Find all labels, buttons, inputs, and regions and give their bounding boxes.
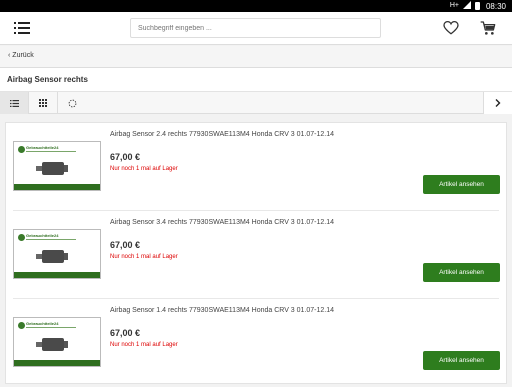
product-image[interactable]: Gebrauchtteile24 [13,141,101,191]
product-name[interactable]: Airbag Sensor 1.4 rechts 77930SWAE113M4 … [110,307,334,314]
brand-strip [14,184,100,190]
view-toolbar [0,92,512,114]
stock-status: Nur noch 1 mal auf Lager [110,342,178,348]
title-bar: Airbag Sensor rechts [0,68,512,92]
cart-icon[interactable] [480,20,496,36]
view-article-button[interactable]: Artikel ansehen [423,263,500,282]
next-button[interactable] [483,92,512,114]
list-item: Gebrauchtteile24 Airbag Sensor 3.4 recht… [6,211,506,299]
grid-view-button[interactable] [29,92,58,114]
product-image[interactable]: Gebrauchtteile24 [13,317,101,367]
chevron-left-icon: ‹ [8,52,11,59]
stock-status: Nur noch 1 mal auf Lager [110,254,178,260]
refresh-button[interactable] [58,92,87,114]
product-price: 67,00 € [110,240,141,250]
breadcrumb-bar: ‹ Zurück [0,46,512,68]
list-item: Gebrauchtteile24 Airbag Sensor 2.4 recht… [6,123,506,211]
app-header [0,12,512,45]
brand-logo-icon [18,322,25,329]
stock-status: Nur noch 1 mal auf Lager [110,166,178,172]
clock: 08:30 [485,1,506,11]
heart-icon[interactable] [443,21,459,35]
airbag-sensor-photo [36,338,68,351]
product-image[interactable]: Gebrauchtteile24 [13,229,101,279]
grid-icon [39,99,47,107]
brand-logo-icon [18,234,25,241]
list-item: Gebrauchtteile24 Airbag Sensor 1.4 recht… [6,299,506,387]
divider [26,239,76,240]
brand-strip [14,360,100,366]
product-price: 67,00 € [110,152,141,162]
brand-label: Gebrauchtteile24 [26,321,59,326]
product-name[interactable]: Airbag Sensor 2.4 rechts 77930SWAE113M4 … [110,131,334,138]
list-view-button[interactable] [0,92,29,114]
chevron-right-icon [495,99,501,107]
view-article-button[interactable]: Artikel ansehen [423,351,500,370]
product-name[interactable]: Airbag Sensor 3.4 rechts 77930SWAE113M4 … [110,219,334,226]
product-price: 67,00 € [110,328,141,338]
menu-icon[interactable] [14,22,30,34]
back-link[interactable]: ‹ Zurück [8,52,34,59]
page-title: Airbag Sensor rechts [7,75,88,84]
divider [26,151,76,152]
network-type: H+ [449,2,459,9]
airbag-sensor-photo [36,162,68,175]
brand-label: Gebrauchtteile24 [26,233,59,238]
view-article-button[interactable]: Artikel ansehen [423,175,500,194]
divider [26,327,76,328]
airbag-sensor-photo [36,250,68,263]
status-bar: H+ 08:30 [0,0,512,12]
loading-icon [68,99,77,107]
signal-icon [462,1,471,10]
list-icon [9,99,19,107]
brand-logo-icon [18,146,25,153]
search-input[interactable] [130,18,381,38]
brand-strip [14,272,100,278]
brand-label: Gebrauchtteile24 [26,145,59,150]
battery-icon [474,2,480,10]
product-list: Gebrauchtteile24 Airbag Sensor 2.4 recht… [5,122,507,384]
back-label: Zurück [12,52,34,59]
